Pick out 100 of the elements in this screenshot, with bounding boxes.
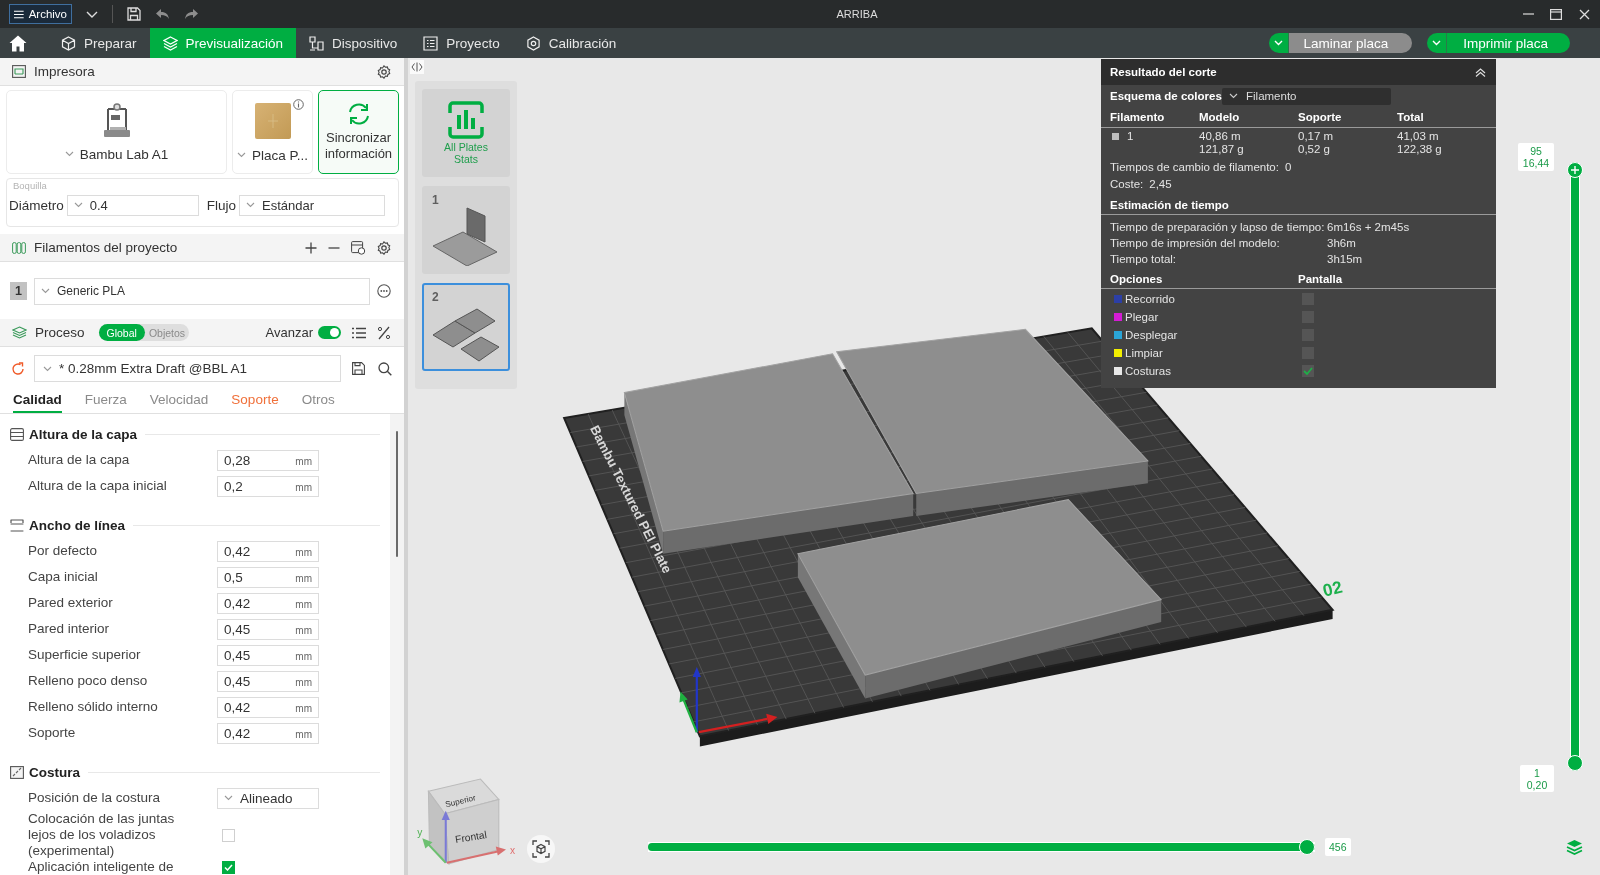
info-icon[interactable] — [293, 99, 304, 110]
settings-tab[interactable]: Otros — [301, 390, 335, 413]
plate-thumbnail[interactable]: 2 — [422, 283, 510, 371]
z-axis-arrow — [692, 666, 701, 733]
settings-icon[interactable] — [377, 240, 391, 255]
undo-icon[interactable] — [155, 8, 170, 20]
number-field[interactable]: 0,42 mm — [217, 696, 319, 718]
chevron-down-icon[interactable] — [86, 10, 98, 18]
axis-label: y — [417, 827, 423, 839]
plate-selector[interactable]: Placa P... — [232, 90, 313, 174]
collapse-icon[interactable] — [410, 60, 424, 74]
setting-dropdown[interactable]: Alineado — [217, 787, 319, 809]
plus-icon — [1571, 166, 1579, 174]
unit-label: mm — [295, 546, 312, 558]
section-title: Costura — [29, 764, 80, 780]
window-title: ARRIBA — [836, 8, 878, 20]
diameter-dropdown[interactable]: 0.4 — [66, 194, 199, 216]
tab[interactable]: Calibración — [512, 28, 630, 58]
slider-handle[interactable] — [1299, 839, 1315, 855]
setting-label: Altura de la capa — [28, 452, 131, 468]
flow-dropdown[interactable]: Estándar — [239, 194, 386, 216]
profile-dropdown[interactable]: * 0.28mm Extra Draft @BBL A1 — [34, 355, 341, 382]
number-field[interactable]: 0,42 mm — [217, 540, 319, 562]
compare-icon[interactable] — [377, 325, 391, 340]
section-title: Filamentos del proyecto — [34, 240, 178, 255]
field-label: Diámetro — [9, 197, 64, 213]
checkbox[interactable] — [222, 860, 235, 874]
x-axis-arrow — [446, 846, 506, 864]
number-field[interactable]: 0,45 mm — [217, 670, 319, 692]
save-icon[interactable] — [352, 362, 365, 375]
chevron-down-icon — [73, 202, 83, 208]
number-field[interactable]: 0,2 mm — [217, 475, 319, 497]
advanced-switch[interactable] — [318, 326, 341, 339]
color-scheme-dropdown[interactable]: Filamento — [1222, 87, 1391, 105]
plate-thumbnail[interactable]: 1 — [422, 186, 510, 274]
file-menu-button[interactable]: Archivo — [9, 4, 72, 24]
build-plate-icon — [253, 101, 292, 140]
display-checkbox[interactable] — [1302, 365, 1314, 377]
collapse-up-icon[interactable] — [1475, 67, 1486, 77]
layer-height: 16,44 — [1522, 157, 1550, 169]
chevron-down-icon — [1432, 40, 1442, 46]
more-options-icon[interactable] — [377, 284, 391, 298]
slider-handle[interactable] — [1567, 162, 1583, 178]
y-axis-arrow — [679, 691, 698, 733]
settings-icon[interactable] — [377, 64, 391, 79]
settings-tab[interactable]: Calidad — [13, 390, 62, 413]
slider-handle[interactable] — [1567, 755, 1583, 771]
group-legend: Boquilla — [13, 180, 47, 191]
layers-icon[interactable] — [1566, 839, 1583, 855]
number-field[interactable]: 0,45 mm — [217, 644, 319, 666]
chevron-down-icon — [224, 795, 233, 801]
dropdown-button[interactable] — [1427, 33, 1448, 53]
layers-icon — [10, 427, 24, 441]
number-field[interactable]: 0,42 mm — [217, 592, 319, 614]
checkbox[interactable] — [222, 828, 235, 842]
home-icon[interactable] — [9, 34, 27, 52]
unit-label: mm — [295, 676, 312, 688]
stat-label: Tiempos de cambio de filamento: — [1110, 160, 1279, 173]
dropdown-button[interactable] — [1269, 33, 1290, 53]
column-header: Modelo — [1199, 111, 1241, 123]
number-field[interactable]: 0,42 mm — [217, 722, 319, 744]
scrollbar-thumb[interactable] — [396, 431, 398, 557]
minimize-icon[interactable] — [1522, 13, 1534, 15]
reset-icon[interactable] — [11, 361, 25, 376]
settings-tab[interactable]: Velocidad — [149, 390, 209, 413]
setting-label: Altura de la capa inicial — [28, 478, 168, 494]
cube-focus-icon — [532, 840, 550, 858]
column-header: Pantalla — [1298, 272, 1343, 285]
chevron-down-icon — [43, 365, 52, 372]
list-icon[interactable] — [352, 326, 366, 339]
reset-view-button[interactable] — [527, 835, 555, 863]
layer-number: 1 — [1534, 766, 1540, 779]
cube-face-label: Superior — [444, 793, 477, 810]
search-icon[interactable] — [378, 361, 392, 376]
field-label: Flujo — [206, 197, 237, 213]
line-width-icon — [10, 518, 24, 532]
tab[interactable]: Dispositivo — [296, 28, 411, 58]
view-cube-drawing[interactable] — [427, 778, 500, 866]
filament-badge[interactable]: 1 — [10, 282, 27, 300]
number-field[interactable]: 0,45 mm — [217, 618, 319, 640]
redo-icon[interactable] — [184, 8, 199, 20]
stat-value: 6m16s + 2m45s — [1327, 221, 1410, 233]
unit-label: mm — [295, 598, 312, 610]
sync-button[interactable]: Sincronizar información — [318, 90, 399, 174]
close-icon[interactable] — [1578, 8, 1590, 20]
move-slider-track[interactable] — [648, 839, 1315, 855]
filament-rack-icon[interactable] — [351, 240, 366, 255]
number-field[interactable]: 0,5 mm — [217, 566, 319, 588]
unit-label: mm — [295, 624, 312, 636]
filament-dropdown[interactable]: Generic PLA — [34, 277, 370, 305]
printer-selector[interactable]: Bambu Lab A1 — [6, 90, 227, 174]
number-field[interactable]: 0,28 mm — [217, 449, 319, 471]
tab[interactable]: Proyecto — [410, 28, 513, 58]
tab[interactable]: Preparar — [48, 28, 150, 58]
column-header: Soporte — [1298, 111, 1343, 123]
option-label: Desplegar — [1125, 329, 1179, 341]
option-label: Recorrido — [1125, 293, 1176, 305]
table-cell: 1 — [1127, 130, 1134, 143]
plus-icon[interactable] — [305, 241, 317, 254]
maximize-icon[interactable] — [1550, 8, 1562, 20]
